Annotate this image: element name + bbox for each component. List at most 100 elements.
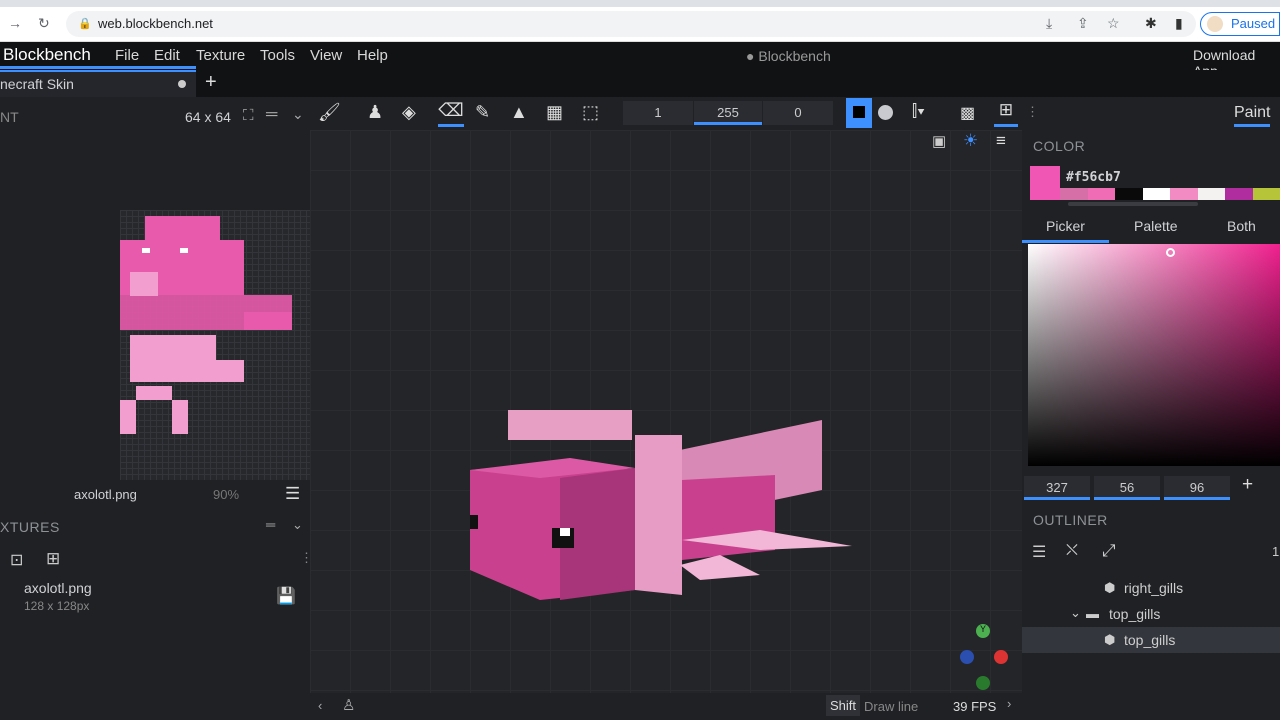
color-swatch[interactable] <box>1142 188 1170 200</box>
chevron-right-icon[interactable]: › <box>1007 696 1011 711</box>
eraser-icon[interactable]: ⌫ <box>438 100 464 127</box>
color-swatch[interactable] <box>1252 188 1280 200</box>
mode-paint-tab[interactable]: Paint <box>1234 104 1271 127</box>
3d-viewport[interactable]: ▣ ☀ ≡ Y <box>310 130 1022 693</box>
tab-both[interactable]: Both <box>1227 218 1256 234</box>
tab-palette[interactable]: Palette <box>1134 218 1178 234</box>
hue-input[interactable]: 327 <box>1024 476 1090 500</box>
menu-lines-icon[interactable]: ═ <box>266 517 275 532</box>
extensions-icon[interactable]: ✱ <box>1145 15 1157 32</box>
uv-texture-name: axolotl.png <box>74 487 137 502</box>
picker-handle[interactable] <box>1166 248 1175 257</box>
menu-file[interactable]: File <box>115 47 139 64</box>
color-swatch[interactable] <box>1197 188 1225 200</box>
status-bar: ‹ ♙ Shift Draw line 39 FPS › <box>310 693 1022 720</box>
create-texture-icon[interactable]: ⊞ <box>46 549 60 569</box>
player-icon[interactable]: ♙ <box>342 696 355 714</box>
round-brush-toggle[interactable] <box>878 105 893 120</box>
gizmo-y-axis[interactable]: Y <box>976 624 990 638</box>
color-swatch[interactable] <box>1170 188 1198 200</box>
softness-input[interactable]: 0 <box>763 101 833 125</box>
saturation-input[interactable]: 56 <box>1094 476 1160 500</box>
color-picker-area[interactable] <box>1028 244 1280 466</box>
gradient-icon[interactable]: ▦ <box>546 102 563 123</box>
bookmark-star-icon[interactable]: ☆ <box>1107 15 1120 32</box>
color-picker-icon[interactable]: ✎ <box>475 102 490 123</box>
color-swatch[interactable] <box>1087 188 1115 200</box>
app-logo[interactable]: Blockbench <box>3 45 91 65</box>
add-color-button[interactable]: + <box>1242 474 1253 496</box>
outliner-header: OUTLINER <box>1033 512 1108 528</box>
texture-list-item[interactable]: axolotl.png 128 x 128px 💾 <box>0 572 310 622</box>
color-swatch[interactable] <box>1060 188 1088 200</box>
menu-help[interactable]: Help <box>357 47 388 64</box>
menu-view[interactable]: View <box>310 47 342 64</box>
share-icon[interactable]: ⇪ <box>1077 15 1089 32</box>
image-icon[interactable]: ▣ <box>932 132 946 150</box>
view-gizmo[interactable]: Y <box>956 624 1016 690</box>
address-bar[interactable]: 🔒 web.blockbench.net <box>66 11 1196 37</box>
window-title: ● Blockbench <box>746 48 831 64</box>
current-color-swatch[interactable] <box>1030 166 1060 200</box>
square-brush-toggle[interactable] <box>846 98 872 128</box>
checker-icon[interactable]: ▩ <box>960 103 975 123</box>
more-icon[interactable]: ⋮ <box>1026 104 1039 120</box>
url-text: web.blockbench.net <box>98 16 213 31</box>
uv-editor[interactable] <box>120 210 310 480</box>
profile-button[interactable]: Paused <box>1200 12 1280 36</box>
chevron-down-icon[interactable]: ⌄ <box>1070 605 1081 621</box>
tab-picker[interactable]: Picker <box>1022 218 1109 243</box>
forward-icon[interactable]: → <box>8 15 22 31</box>
menu-edit[interactable]: Edit <box>154 47 180 64</box>
lock-icon: 🔒 <box>78 18 92 30</box>
color-swatch[interactable] <box>1225 188 1253 200</box>
selection-icon[interactable]: ⬚ <box>582 102 599 123</box>
shapes-icon[interactable]: ▲ <box>510 102 528 123</box>
color-panel-header: COLOR <box>1033 138 1086 154</box>
window-title-text: Blockbench <box>758 48 831 64</box>
hex-input[interactable]: #f56cb7 <box>1066 170 1121 185</box>
stamp-icon[interactable]: ♟ <box>367 102 383 123</box>
install-icon[interactable]: ⤓ <box>1046 15 1052 32</box>
chevron-left-icon[interactable]: ‹ <box>318 698 322 713</box>
scrollbar[interactable] <box>1068 202 1198 206</box>
chevron-down-icon[interactable]: ⌄ <box>292 517 303 533</box>
reload-icon[interactable]: ↻ <box>38 15 50 32</box>
brush-size-input[interactable]: 1 <box>623 101 693 125</box>
menu-lines-icon[interactable]: ≡ <box>996 131 1006 151</box>
outliner-group[interactable]: ⌄ ▬ top_gills <box>1022 601 1280 627</box>
uv-zoom: 90% <box>213 487 240 502</box>
color-swatch[interactable] <box>1115 188 1143 200</box>
save-icon[interactable]: 💾 <box>276 586 296 606</box>
menu-texture[interactable]: Texture <box>196 47 245 64</box>
gizmo-neg-y-axis[interactable] <box>976 676 990 690</box>
browser-tabstrip <box>0 0 1280 7</box>
outliner-item-selected[interactable]: ⬢ top_gills <box>1022 627 1280 653</box>
menu-tools[interactable]: Tools <box>260 47 295 64</box>
light-icon[interactable]: ☀ <box>963 131 978 151</box>
brush-icon[interactable]: 🖌 <box>318 102 341 123</box>
sidepanel-icon[interactable]: ▮ <box>1175 15 1183 32</box>
outliner-count: 1 <box>1272 544 1280 559</box>
gizmo-z-axis[interactable] <box>960 650 974 664</box>
mirror-icon[interactable]: ⫿▾ <box>912 103 925 121</box>
fullscreen-icon[interactable]: ⛶ <box>243 107 254 124</box>
gizmo-x-axis[interactable] <box>994 650 1008 664</box>
opacity-input[interactable]: 255 <box>694 101 762 125</box>
toggle-visibility-icon[interactable]: ⛌ <box>1066 542 1078 560</box>
add-group-icon[interactable]: ☰ <box>1032 542 1046 562</box>
right-panel: COLOR #f56cb7 Picker Palette Both 327 56… <box>1022 130 1280 720</box>
project-tab[interactable]: necraft Skin <box>0 70 196 97</box>
chevron-down-icon[interactable]: ⌄ <box>292 106 304 123</box>
panel-title: NT <box>0 109 19 125</box>
new-tab-button[interactable]: + <box>205 71 217 94</box>
outliner-item[interactable]: ⬢ right_gills <box>1022 575 1280 601</box>
import-texture-icon[interactable]: ⊡ <box>10 550 23 570</box>
grid-icon[interactable]: ⊞ <box>994 100 1018 127</box>
menu-lines-icon[interactable]: ═ <box>266 106 277 124</box>
fill-bucket-icon[interactable]: ◈ <box>402 102 416 123</box>
value-input[interactable]: 96 <box>1164 476 1230 500</box>
fps-counter: 39 FPS <box>953 699 997 714</box>
layout-icon[interactable]: ☰ <box>285 484 300 504</box>
expand-icon[interactable]: ⤢ <box>1102 541 1116 561</box>
